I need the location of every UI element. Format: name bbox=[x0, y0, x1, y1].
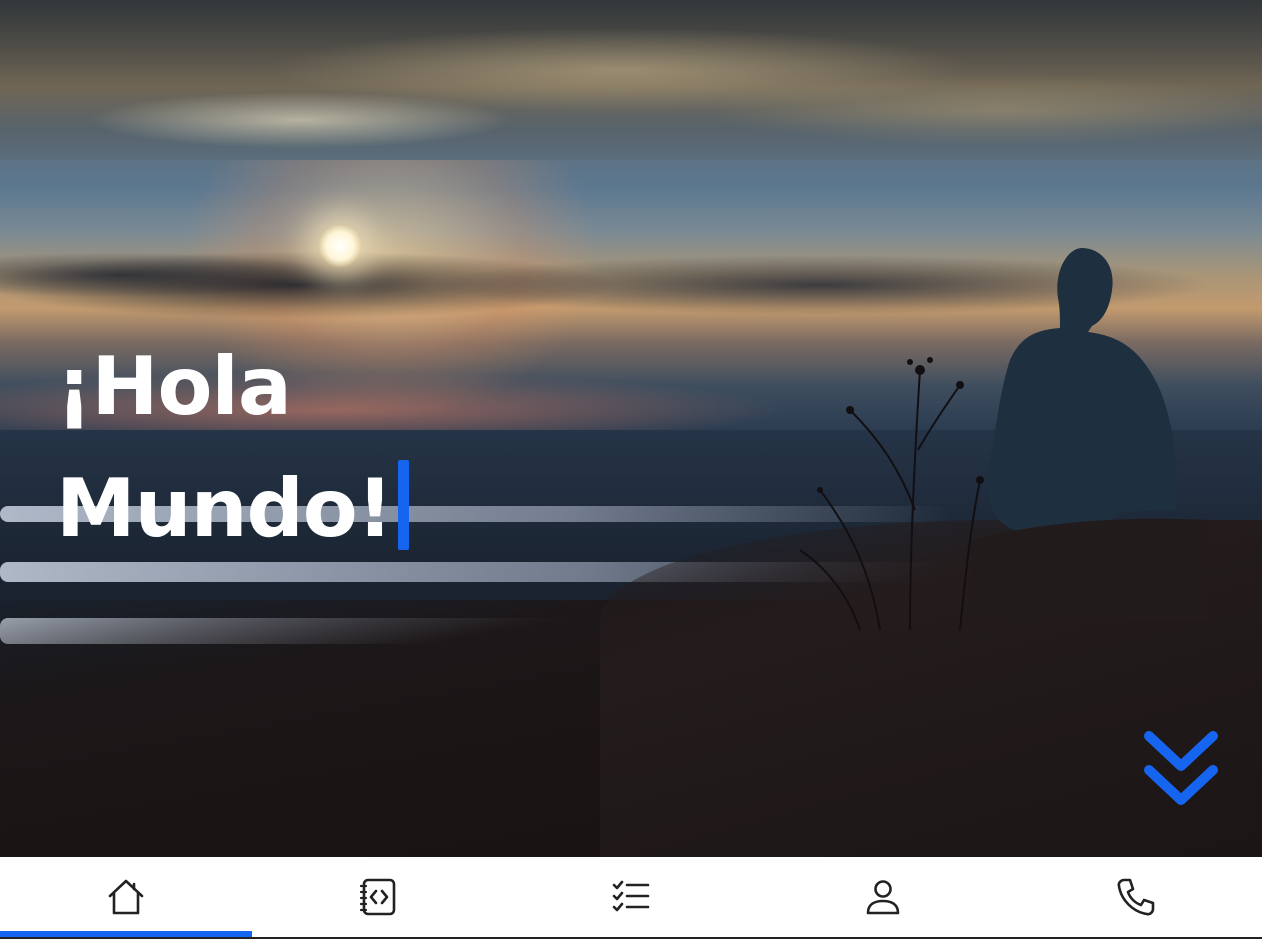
bottom-navbar bbox=[0, 857, 1262, 939]
user-icon bbox=[867, 880, 900, 915]
hero-title-line-1: ¡Hola bbox=[56, 340, 292, 433]
clouds-upper bbox=[0, 0, 1262, 160]
scroll-down-button[interactable] bbox=[1140, 724, 1222, 812]
hero-section: ¡Hola Mundo! bbox=[0, 0, 1262, 857]
phone-icon bbox=[1117, 878, 1155, 916]
typing-cursor bbox=[398, 460, 410, 550]
nav-item-skills[interactable] bbox=[505, 857, 757, 937]
checklist-icon bbox=[612, 880, 650, 912]
hero-title-line-2-text: Mundo! bbox=[56, 462, 393, 555]
code-file-icon bbox=[359, 878, 395, 916]
double-chevron-down-icon bbox=[1144, 731, 1218, 805]
nav-item-about[interactable] bbox=[757, 857, 1009, 937]
nav-item-home[interactable] bbox=[0, 857, 253, 937]
home-icon bbox=[108, 879, 144, 915]
hero-title: ¡Hola Mundo! bbox=[56, 326, 410, 570]
nav-item-projects[interactable] bbox=[252, 857, 504, 937]
dry-plants bbox=[799, 357, 984, 631]
hero-title-line-2: Mundo! bbox=[56, 448, 410, 570]
nav-item-contact[interactable] bbox=[1010, 857, 1262, 937]
sun bbox=[318, 224, 362, 268]
